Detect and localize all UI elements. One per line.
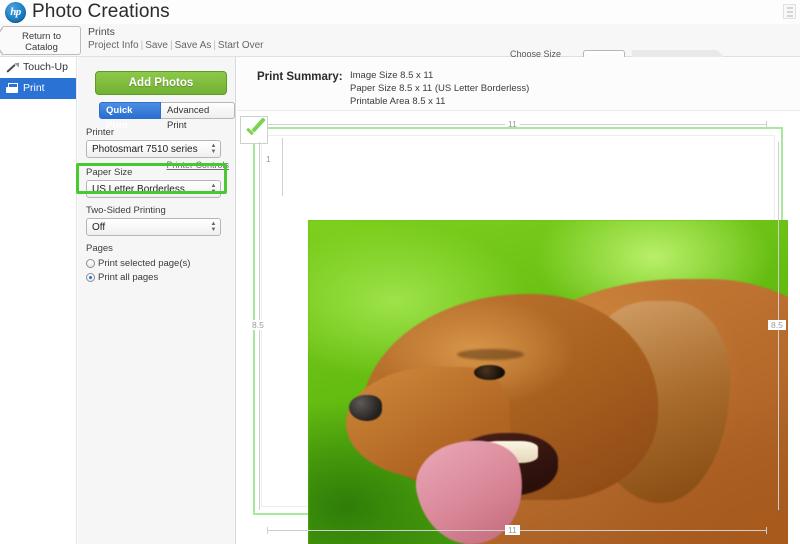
link-save[interactable]: Save xyxy=(145,40,168,51)
page-preview-stage: 11 golden xyxy=(237,112,800,544)
window-menu-icon[interactable] xyxy=(783,4,796,19)
photo-dog-brow xyxy=(456,348,524,360)
paper-size-value: US Letter Borderless xyxy=(92,184,185,195)
return-arrow-inner-icon xyxy=(0,27,4,55)
link-separator-2: | xyxy=(170,40,173,51)
sidebar-item-touch-up[interactable]: Touch-Up xyxy=(0,57,76,78)
printer-icon xyxy=(5,82,19,96)
dim-tick-bottom-left xyxy=(267,527,268,534)
return-to-catalog-button[interactable]: Return to Catalog xyxy=(0,26,81,56)
two-sided-group: Two-Sided Printing Off xyxy=(86,205,229,236)
workspace: Print Summary: Image Size 8.5 x 11 Paper… xyxy=(237,57,800,544)
link-start-over[interactable]: Start Over xyxy=(218,40,264,51)
printer-group: Printer Photosmart 7510 series Printer C… xyxy=(86,127,229,170)
two-sided-value: Off xyxy=(92,222,106,233)
pages-label: Pages xyxy=(86,243,113,254)
print-summary-lines: Image Size 8.5 x 11 Paper Size 8.5 x 11 … xyxy=(350,69,529,108)
pages-group: Pages Print selected page(s) Print all p… xyxy=(86,243,229,283)
summary-image-size: Image Size 8.5 x 11 xyxy=(350,70,434,81)
photo-dog-eye xyxy=(473,365,505,381)
link-separator-3: | xyxy=(213,40,216,51)
dim-tick-bottom-right xyxy=(766,527,767,534)
printer-label: Printer xyxy=(86,127,114,138)
return-button-line2: Catalog xyxy=(25,42,58,53)
dim-label-right: 8.5 xyxy=(768,320,786,330)
sidebar-item-print-label: Print xyxy=(23,82,45,94)
dim-label-bottom: 11 xyxy=(505,525,520,535)
dim-line-corner xyxy=(282,138,283,196)
two-sided-select[interactable]: Off xyxy=(86,218,221,236)
radio-print-selected-pages-label: Print selected page(s) xyxy=(98,258,191,269)
paper-size-select[interactable]: US Letter Borderless xyxy=(86,180,221,198)
paper-size-label: Paper Size xyxy=(86,167,133,178)
print-mode-tabs: Quick Print Advanced Print xyxy=(99,102,235,131)
printer-value: Photosmart 7510 series xyxy=(92,144,198,155)
radio-icon-selected xyxy=(86,273,95,282)
print-summary-title: Print Summary: xyxy=(257,71,343,83)
paper-size-group: Paper Size US Letter Borderless xyxy=(86,167,229,198)
radio-icon-unselected xyxy=(86,259,95,268)
return-button-line1: Return to xyxy=(21,31,62,42)
photo-selected-check-icon[interactable] xyxy=(240,116,268,144)
link-project-info[interactable]: Project Info xyxy=(88,40,139,51)
tab-quick-print[interactable]: Quick Print xyxy=(99,102,161,131)
hp-logo-icon: hp xyxy=(5,2,26,23)
hp-logo-text: hp xyxy=(10,6,21,18)
project-links: Project Info | Save | Save As | Start Over xyxy=(88,39,264,53)
print-summary-bar: Print Summary: Image Size 8.5 x 11 Paper… xyxy=(237,57,800,111)
sidebar-item-print[interactable]: Print xyxy=(0,78,76,99)
photo-creations-window: hp Photo Creations Return to Catalog Pri… xyxy=(0,0,800,544)
page-sheet: golden retriever dog in profile on green… xyxy=(261,135,788,544)
left-navigation: Touch-Up Print xyxy=(0,57,77,544)
add-photos-button[interactable]: Add Photos xyxy=(95,71,227,95)
project-breadcrumb: Prints Project Info | Save | Save As | Start O… xyxy=(88,26,264,53)
summary-paper-size: Paper Size 8.5 x 11 (US Letter Borderles… xyxy=(350,83,530,94)
stepper-icon xyxy=(210,143,217,155)
project-name: Prints xyxy=(88,26,115,38)
print-options-panel: Add Photos Quick Print Advanced Print Pr… xyxy=(78,57,236,544)
two-sided-label: Two-Sided Printing xyxy=(86,205,166,216)
photo-thumbnail[interactable]: golden retriever dog in profile on green… xyxy=(308,220,788,544)
title-bar: hp Photo Creations xyxy=(0,0,800,24)
page-selection-frame[interactable]: golden retriever dog in profile on green… xyxy=(253,127,788,544)
tab-advanced-print[interactable]: Advanced Print xyxy=(160,102,235,131)
app-title: Photo Creations xyxy=(32,1,170,22)
stepper-icon xyxy=(210,183,217,195)
photo-dog-nose xyxy=(348,394,383,421)
sidebar-item-touch-up-label: Touch-Up xyxy=(23,61,68,73)
link-save-as[interactable]: Save As xyxy=(175,40,212,51)
wand-icon xyxy=(5,61,19,75)
printer-select[interactable]: Photosmart 7510 series xyxy=(86,140,221,158)
dim-label-left: 8.5 xyxy=(249,320,267,330)
link-separator-1: | xyxy=(140,40,144,51)
top-toolbar: Return to Catalog Prints Project Info | Sa… xyxy=(0,24,800,78)
radio-print-all-pages[interactable]: Print all pages xyxy=(86,272,229,283)
summary-printable-area: Printable Area 8.5 x 11 xyxy=(350,96,446,107)
stepper-icon xyxy=(210,221,217,233)
dim-label-corner: 1 xyxy=(263,154,274,164)
radio-print-selected-pages[interactable]: Print selected page(s) xyxy=(86,258,229,269)
radio-print-all-pages-label: Print all pages xyxy=(98,272,159,283)
